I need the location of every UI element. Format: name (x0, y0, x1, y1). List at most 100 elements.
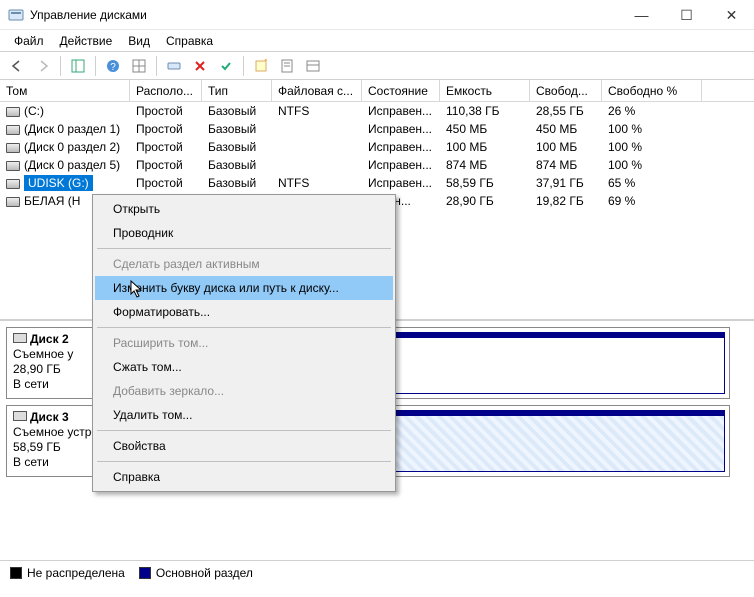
cell-freep: 69 % (602, 194, 702, 208)
cell-status: Исправен... (362, 140, 440, 154)
check-icon[interactable] (215, 55, 237, 77)
col-freep[interactable]: Свободно % (602, 80, 702, 102)
cell-free: 28,55 ГБ (530, 104, 602, 118)
disk-name-label: Диск 2 (30, 332, 69, 346)
drive-icon (6, 197, 20, 207)
forward-icon[interactable] (32, 55, 54, 77)
cell-status: Исправен... (362, 176, 440, 190)
cell-free: 19,82 ГБ (530, 194, 602, 208)
disk-status-label: В сети (13, 455, 100, 470)
volume-cell: (C:) (0, 104, 130, 118)
cell-type: Базовый (202, 122, 272, 136)
disk-name-label: Диск 3 (30, 410, 69, 424)
titlebar: Управление дисками — ☐ ✕ (0, 0, 754, 30)
context-menu: Открыть Проводник Сделать раздел активны… (92, 194, 396, 492)
legend: Не распределена Основной раздел (0, 560, 754, 584)
cell-fs: NTFS (272, 176, 362, 190)
menu-action[interactable]: Действие (52, 32, 121, 50)
drive-icon (6, 143, 20, 153)
ctx-extend: Расширить том... (95, 331, 393, 355)
cell-freep: 65 % (602, 176, 702, 190)
close-button[interactable]: ✕ (709, 0, 754, 30)
disk-status-label: В сети (13, 377, 100, 392)
minimize-button[interactable]: — (619, 0, 664, 30)
drive-icon (6, 107, 20, 117)
app-icon (8, 7, 24, 23)
grid-icon[interactable] (128, 55, 150, 77)
disk-icon[interactable] (163, 55, 185, 77)
menu-help[interactable]: Справка (158, 32, 221, 50)
cell-layout: Простой (130, 140, 202, 154)
disk-size-label: 58,59 ГБ (13, 440, 100, 455)
delete-icon[interactable] (189, 55, 211, 77)
col-type[interactable]: Тип (202, 80, 272, 102)
cell-status: Исправен... (362, 158, 440, 172)
cell-cap: 874 МБ (440, 158, 530, 172)
disk-type-label: Съемное у (13, 347, 100, 362)
cell-type: Базовый (202, 140, 272, 154)
svg-text:?: ? (110, 62, 116, 73)
col-capacity[interactable]: Емкость (440, 80, 530, 102)
col-fs[interactable]: Файловая с... (272, 80, 362, 102)
cell-layout: Простой (130, 158, 202, 172)
legend-unallocated: Не распределена (10, 566, 125, 580)
col-free[interactable]: Свобод... (530, 80, 602, 102)
disk-size-label: 28,90 ГБ (13, 362, 100, 377)
table-row[interactable]: UDISK (G:)ПростойБазовыйNTFSИсправен...5… (0, 174, 754, 192)
cell-layout: Простой (130, 176, 202, 190)
ctx-delete[interactable]: Удалить том... (95, 403, 393, 427)
drive-icon (6, 161, 20, 171)
cell-freep: 26 % (602, 104, 702, 118)
cell-type: Базовый (202, 104, 272, 118)
svg-text:*: * (264, 59, 268, 66)
col-volume[interactable]: Том (0, 80, 130, 102)
new-icon[interactable]: * (250, 55, 272, 77)
cell-layout: Простой (130, 104, 202, 118)
table-row[interactable]: (Диск 0 раздел 5)ПростойБазовый Исправен.… (0, 156, 754, 174)
cell-freep: 100 % (602, 140, 702, 154)
layout-icon[interactable] (67, 55, 89, 77)
ctx-make-active: Сделать раздел активным (95, 252, 393, 276)
table-row[interactable]: (Диск 0 раздел 2)ПростойБазовый Исправен.… (0, 138, 754, 156)
cell-fs: NTFS (272, 104, 362, 118)
maximize-button[interactable]: ☐ (664, 0, 709, 30)
ctx-change-letter[interactable]: Изменить букву диска или путь к диску... (95, 276, 393, 300)
cell-cap: 100 МБ (440, 140, 530, 154)
legend-primary: Основной раздел (139, 566, 253, 580)
ctx-properties[interactable]: Свойства (95, 434, 393, 458)
properties-icon[interactable] (276, 55, 298, 77)
volume-cell: UDISK (G:) (0, 175, 130, 191)
menu-view[interactable]: Вид (120, 32, 158, 50)
ctx-help[interactable]: Справка (95, 465, 393, 489)
col-status[interactable]: Состояние (362, 80, 440, 102)
cell-freep: 100 % (602, 122, 702, 136)
col-layout[interactable]: Располо... (130, 80, 202, 102)
cell-type: Базовый (202, 176, 272, 190)
cell-layout: Простой (130, 122, 202, 136)
cell-cap: 110,38 ГБ (440, 104, 530, 118)
cell-free: 100 МБ (530, 140, 602, 154)
help-icon[interactable]: ? (102, 55, 124, 77)
cell-cap: 58,59 ГБ (440, 176, 530, 190)
table-row[interactable]: (C:)ПростойБазовыйNTFSИсправен...110,38 … (0, 102, 754, 120)
cell-status: Исправен... (362, 104, 440, 118)
cell-status: Исправен... (362, 122, 440, 136)
cell-free: 450 МБ (530, 122, 602, 136)
list-header: Том Располо... Тип Файловая с... Состоян… (0, 80, 754, 102)
list-icon[interactable] (302, 55, 324, 77)
ctx-open[interactable]: Открыть (95, 197, 393, 221)
drive-icon (6, 125, 20, 135)
back-icon[interactable] (6, 55, 28, 77)
cell-type: Базовый (202, 158, 272, 172)
cell-free: 874 МБ (530, 158, 602, 172)
ctx-format[interactable]: Форматировать... (95, 300, 393, 324)
disk-type-label: Съемное устро (13, 425, 100, 440)
volume-cell: (Диск 0 раздел 2) (0, 140, 130, 154)
volume-cell: (Диск 0 раздел 1) (0, 122, 130, 136)
ctx-explorer[interactable]: Проводник (95, 221, 393, 245)
ctx-shrink[interactable]: Сжать том... (95, 355, 393, 379)
cell-free: 37,91 ГБ (530, 176, 602, 190)
volume-cell: (Диск 0 раздел 5) (0, 158, 130, 172)
menu-file[interactable]: Файл (6, 32, 52, 50)
table-row[interactable]: (Диск 0 раздел 1)ПростойБазовый Исправен.… (0, 120, 754, 138)
